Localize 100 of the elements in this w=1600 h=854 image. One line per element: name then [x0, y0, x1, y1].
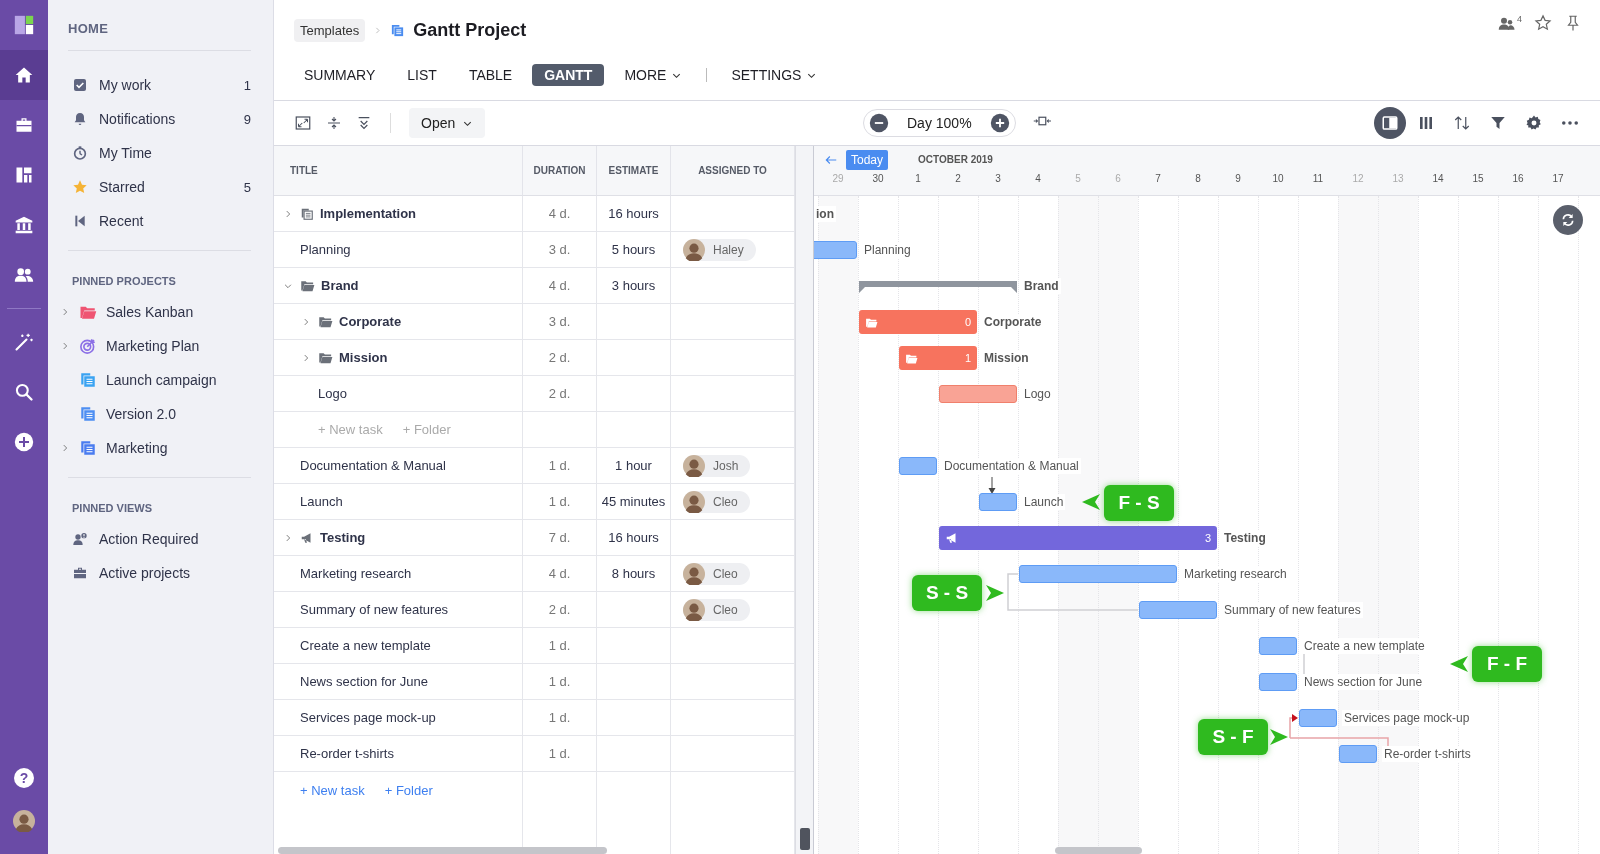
- timer-icon: [72, 145, 88, 161]
- day-label: 17: [1551, 173, 1565, 184]
- people-icon: [14, 265, 34, 285]
- view-tab[interactable]: SETTINGS: [719, 64, 830, 86]
- assignee-chip[interactable]: Josh: [683, 454, 751, 477]
- estimate-cell: 16 hours: [608, 530, 659, 545]
- task-title[interactable]: Implementation: [320, 206, 417, 221]
- sidebar-item[interactable]: Starred 5: [68, 170, 251, 204]
- folder-icon: [318, 314, 333, 329]
- day-label: 2: [954, 173, 962, 184]
- expand-caret-icon: [283, 208, 293, 219]
- expand-caret-icon: [283, 532, 293, 543]
- day-label: 11: [1311, 173, 1325, 184]
- column-header[interactable]: ASSIGNED TO: [671, 146, 795, 196]
- day-label: 29: [831, 173, 845, 184]
- sidebar-item[interactable]: Notifications 9: [68, 102, 251, 136]
- view-toggle-button[interactable]: [1374, 107, 1406, 139]
- task-title[interactable]: Testing: [320, 530, 366, 545]
- magic-wand-icon: [14, 332, 34, 352]
- column-header[interactable]: ESTIMATE: [597, 146, 671, 196]
- view-item[interactable]: Active projects: [68, 556, 251, 590]
- assignee-chip[interactable]: Cleo: [683, 598, 750, 621]
- duration-cell: 3 d.: [548, 314, 571, 329]
- estimate-cell: 5 hours: [611, 242, 656, 257]
- task-title[interactable]: News section for June: [300, 674, 428, 689]
- avatar: [683, 454, 705, 477]
- folder-icon: [318, 350, 333, 365]
- estimate-cell: 1 hour: [615, 458, 652, 473]
- view-tab[interactable]: TABLE: [456, 64, 525, 86]
- project-item[interactable]: Marketing Plan: [60, 329, 251, 363]
- zoom-in-icon[interactable]: [989, 113, 1010, 133]
- refresh-button[interactable]: [1553, 205, 1583, 235]
- task-title[interactable]: Re-order t-shirts: [300, 746, 394, 761]
- status-dropdown[interactable]: Open: [409, 108, 486, 138]
- folder-icon: [300, 278, 315, 293]
- sidebar-item[interactable]: My work 1: [68, 68, 251, 102]
- task-title[interactable]: Marketing research: [300, 566, 412, 581]
- day-label: 1: [914, 173, 922, 184]
- members-button[interactable]: 4: [1498, 14, 1522, 32]
- star-outline-icon[interactable]: [1534, 14, 1552, 32]
- expand-caret-icon: [301, 316, 311, 327]
- assignee-chip[interactable]: Haley: [683, 238, 756, 261]
- sidebar-item[interactable]: Recent: [68, 204, 251, 238]
- dependency-type-badge: F - S: [1104, 485, 1174, 521]
- task-title[interactable]: Launch: [300, 494, 343, 509]
- expand-icon[interactable]: [294, 114, 312, 132]
- bar-label: Planning: [862, 242, 913, 258]
- megaphone-icon: [300, 530, 314, 545]
- zoom-out-icon[interactable]: [869, 113, 889, 133]
- group-bar[interactable]: 3: [939, 526, 1217, 550]
- bar-label: Mission: [982, 350, 1031, 366]
- pointer-arrow-icon: [1270, 729, 1288, 745]
- summary-bracket[interactable]: [859, 281, 1017, 293]
- view-tab[interactable]: GANTT: [532, 64, 605, 86]
- day-label: 14: [1431, 173, 1445, 184]
- task-title[interactable]: Documentation & Manual: [300, 458, 446, 473]
- help-button[interactable]: ?: [14, 768, 34, 788]
- splitter-handle[interactable]: [799, 828, 810, 850]
- project-item[interactable]: Launch campaign: [60, 363, 251, 397]
- project-item[interactable]: Marketing: [60, 431, 251, 465]
- more-icon: [1562, 121, 1578, 125]
- view-tab[interactable]: LIST: [395, 64, 449, 86]
- new-task-link[interactable]: + New task: [300, 782, 365, 798]
- assignee-chip[interactable]: Cleo: [683, 490, 750, 513]
- project-item[interactable]: Version 2.0: [60, 397, 251, 431]
- user-avatar: [13, 810, 35, 832]
- view-tab[interactable]: MORE: [612, 64, 695, 86]
- view-tab[interactable]: SUMMARY: [292, 64, 388, 86]
- split-view-icon: [1381, 114, 1399, 132]
- project-item[interactable]: Sales Kanban: [60, 295, 251, 329]
- home-icon: [14, 65, 34, 85]
- briefcase-icon: [14, 115, 34, 135]
- estimate-cell: 3 hours: [611, 278, 656, 293]
- scrollbar[interactable]: [278, 847, 607, 854]
- estimate-cell: 16 hours: [608, 206, 659, 221]
- task-title[interactable]: Mission: [339, 350, 388, 365]
- view-item[interactable]: Action Required: [68, 522, 251, 556]
- task-title[interactable]: Brand: [321, 278, 359, 293]
- bar-label: Services page mock-up: [1342, 710, 1472, 726]
- task-title[interactable]: Services page mock-up: [300, 710, 436, 725]
- task-title[interactable]: Summary of new features: [300, 602, 449, 617]
- assignee-chip[interactable]: Cleo: [683, 562, 750, 585]
- column-header[interactable]: TITLE: [274, 146, 523, 196]
- duration-cell: 2 d.: [548, 602, 571, 617]
- task-title[interactable]: Logo: [318, 386, 347, 401]
- task-title[interactable]: Create a new template: [300, 638, 431, 653]
- task-title[interactable]: Planning: [300, 242, 351, 257]
- new-folder-link[interactable]: + Folder: [384, 782, 433, 798]
- breadcrumb-link[interactable]: Templates: [294, 18, 366, 42]
- task-title[interactable]: Corporate: [339, 314, 402, 329]
- home-nav-button[interactable]: [0, 50, 48, 100]
- sidebar-item[interactable]: My Time: [68, 136, 251, 170]
- duration-cell: 7 d.: [548, 530, 571, 545]
- star-icon: [72, 179, 88, 195]
- collapse-rows-icon[interactable]: [326, 115, 342, 131]
- scrollbar[interactable]: [1055, 847, 1142, 854]
- search-icon: [14, 382, 34, 402]
- day-label: 30: [871, 173, 885, 184]
- column-header[interactable]: DURATION: [523, 146, 597, 196]
- expand-rows-icon[interactable]: [356, 115, 372, 131]
